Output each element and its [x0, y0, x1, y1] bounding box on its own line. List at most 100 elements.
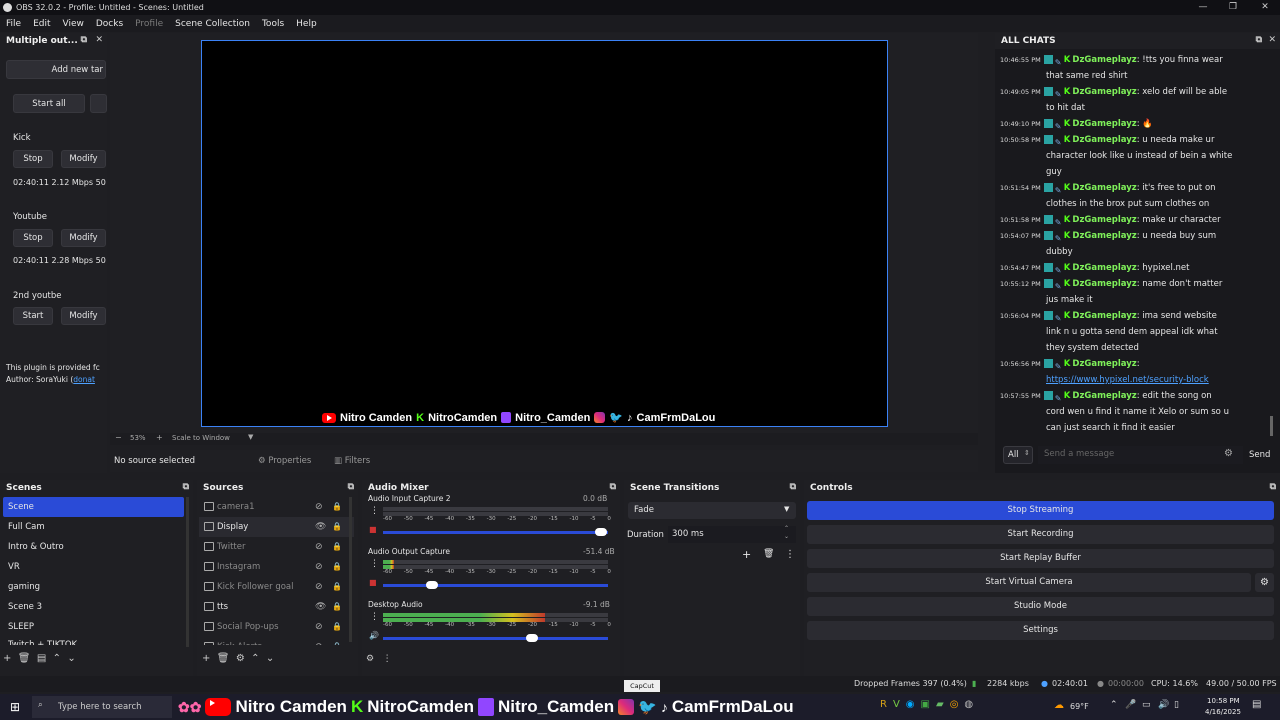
chrome-icon[interactable]: ◎	[950, 699, 959, 710]
transition-type-select[interactable]: Fade ▼	[628, 502, 796, 519]
app-v-icon[interactable]: V	[893, 699, 900, 710]
scene-item[interactable]: Full Cam	[8, 517, 183, 537]
float-icon[interactable]: ⧉	[183, 482, 189, 492]
add-icon[interactable]: +	[3, 653, 11, 664]
visibility-eye-icon[interactable]: ⊘	[315, 537, 323, 557]
maximize-button[interactable]: ❐	[1218, 0, 1248, 15]
filters-button[interactable]: ▥ Filters	[334, 456, 370, 466]
gear-icon[interactable]: ⚙	[236, 653, 245, 664]
volume-icon[interactable]: 🔊	[1158, 700, 1169, 710]
youtube-stop-button[interactable]: Stop	[13, 229, 53, 247]
chat-username[interactable]: DzGameplayz	[1072, 231, 1136, 241]
filter-icon[interactable]: ▤	[37, 653, 46, 664]
add-new-target-button[interactable]: Add new tar	[6, 60, 106, 79]
chat-filter-select[interactable]: All ⇕	[1003, 446, 1033, 464]
start-replay-buffer-button[interactable]: Start Replay Buffer	[807, 549, 1274, 568]
2nd-youtube-modify-button[interactable]: Modify	[61, 307, 106, 325]
source-item[interactable]: Display 👁 🔒	[199, 517, 354, 537]
obs-icon[interactable]: ◍	[964, 699, 973, 710]
visibility-eye-icon[interactable]: ⊘	[315, 617, 323, 637]
windows-start-icon[interactable]: ⊞	[10, 700, 20, 714]
scene-item[interactable]: SLEEP	[8, 617, 183, 637]
down-arrow-icon[interactable]: ⌄	[266, 653, 274, 664]
app-r-icon[interactable]: R	[880, 699, 887, 710]
more-icon[interactable]: ⋮	[370, 559, 379, 569]
chat-username[interactable]: DzGameplayz	[1072, 391, 1136, 401]
scene-item[interactable]: Intro & Outro	[8, 537, 183, 557]
volume-slider[interactable]	[383, 581, 608, 589]
close-dock-icon[interactable]: ✕	[1268, 35, 1276, 45]
menu-help[interactable]: Help	[296, 19, 317, 29]
zoom-out-icon[interactable]: −	[115, 433, 122, 442]
trash-icon[interactable]: 🗑	[217, 653, 230, 664]
clock-date[interactable]: 4/16/2025	[1205, 708, 1241, 716]
donate-link[interactable]: donat	[73, 375, 95, 384]
lock-icon[interactable]: 🔒	[332, 557, 342, 577]
start-recording-button[interactable]: Start Recording	[807, 525, 1274, 544]
chat-send-button[interactable]: Send	[1249, 450, 1270, 460]
chevron-down-icon[interactable]: ▼	[248, 433, 253, 441]
source-item[interactable]: Twitter ⊘ 🔒	[199, 537, 354, 557]
volume-slider-handle[interactable]	[595, 528, 607, 536]
app-nvidia-icon[interactable]: ▰	[936, 699, 944, 710]
close-dock-icon[interactable]: ✕	[95, 35, 103, 45]
2nd-youtube-start-button[interactable]: Start	[13, 307, 53, 325]
visibility-eye-icon[interactable]: 👁	[315, 597, 326, 617]
chat-username[interactable]: DzGameplayz	[1072, 119, 1136, 129]
chat-link[interactable]: https://www.hypixel.net/security-block	[1046, 375, 1209, 385]
lock-icon[interactable]: 🔒	[332, 637, 342, 645]
lock-icon[interactable]: 🔒	[332, 617, 342, 637]
float-icon[interactable]: ⧉	[610, 482, 616, 492]
chat-username[interactable]: DzGameplayz	[1072, 359, 1136, 369]
more-icon[interactable]: ⋮	[370, 612, 379, 622]
kick-stop-button[interactable]: Stop	[13, 150, 53, 168]
chat-username[interactable]: DzGameplayz	[1072, 87, 1136, 97]
app-camera-icon[interactable]: ◉	[906, 699, 915, 710]
studio-mode-button[interactable]: Studio Mode	[807, 597, 1274, 616]
visibility-eye-icon[interactable]: ⊘	[315, 557, 323, 577]
spinner-up-icon[interactable]: ⌃	[784, 525, 789, 532]
volume-slider[interactable]	[383, 528, 608, 536]
lock-icon[interactable]: 🔒	[332, 537, 342, 557]
chat-input[interactable]: Send a message ⚙	[1038, 446, 1243, 464]
float-icon[interactable]: ⧉	[348, 482, 354, 492]
visibility-eye-icon[interactable]: ⊘	[315, 497, 323, 517]
lock-icon[interactable]: 🔒	[332, 597, 342, 617]
source-item[interactable]: Kick Follower goal ⊘ 🔒	[199, 577, 354, 597]
chat-username[interactable]: DzGameplayz	[1072, 263, 1136, 273]
start-all-button[interactable]: Start all	[13, 94, 85, 113]
mixer-settings-icon[interactable]: ⚙	[366, 654, 374, 664]
preview-canvas[interactable]: Nitro Camden K NitroCamden Nitro_Camden …	[201, 40, 888, 427]
settings-gear-icon[interactable]: ⚙	[1224, 448, 1233, 459]
app-game-icon[interactable]: ▣	[921, 699, 930, 710]
scale-mode-select[interactable]: Scale to Window	[172, 434, 230, 442]
network-icon[interactable]: ▭	[1142, 700, 1151, 710]
scene-item[interactable]: Scene 3	[8, 597, 183, 617]
visibility-eye-icon[interactable]: 👁	[315, 517, 326, 537]
more-icon[interactable]: ⋮	[785, 549, 795, 560]
visibility-eye-icon[interactable]: ⊘	[315, 637, 323, 645]
source-item[interactable]: Kick Alerts ⊘ 🔒	[199, 637, 354, 645]
float-icon[interactable]: ⧉	[1256, 35, 1262, 45]
spinner-down-icon[interactable]: ⌄	[784, 533, 789, 540]
add-icon[interactable]: +	[202, 653, 210, 664]
chat-username[interactable]: DzGameplayz	[1072, 279, 1136, 289]
trash-icon[interactable]: 🗑	[18, 653, 31, 664]
source-item[interactable]: tts 👁 🔒	[199, 597, 354, 617]
down-arrow-icon[interactable]: ⌄	[67, 653, 75, 664]
lock-icon[interactable]: 🔒	[332, 577, 342, 597]
float-icon[interactable]: ⧉	[81, 35, 87, 45]
scenes-scrollbar[interactable]	[186, 497, 189, 647]
properties-button[interactable]: ⚙ Properties	[258, 456, 311, 466]
more-icon[interactable]: ⋮	[383, 654, 392, 664]
chat-username[interactable]: DzGameplayz	[1072, 311, 1136, 321]
duration-input[interactable]: 300 ms ⌃ ⌄	[668, 525, 796, 543]
minimize-button[interactable]: —	[1188, 0, 1218, 15]
chat-username[interactable]: DzGameplayz	[1072, 135, 1136, 145]
volume-slider-handle[interactable]	[526, 634, 538, 642]
more-icon[interactable]: ⋮	[370, 506, 379, 516]
sources-scrollbar[interactable]	[349, 497, 352, 642]
settings-button[interactable]: Settings	[807, 621, 1274, 640]
chat-scrollbar[interactable]	[1270, 416, 1273, 436]
chat-username[interactable]: DzGameplayz	[1072, 55, 1136, 65]
